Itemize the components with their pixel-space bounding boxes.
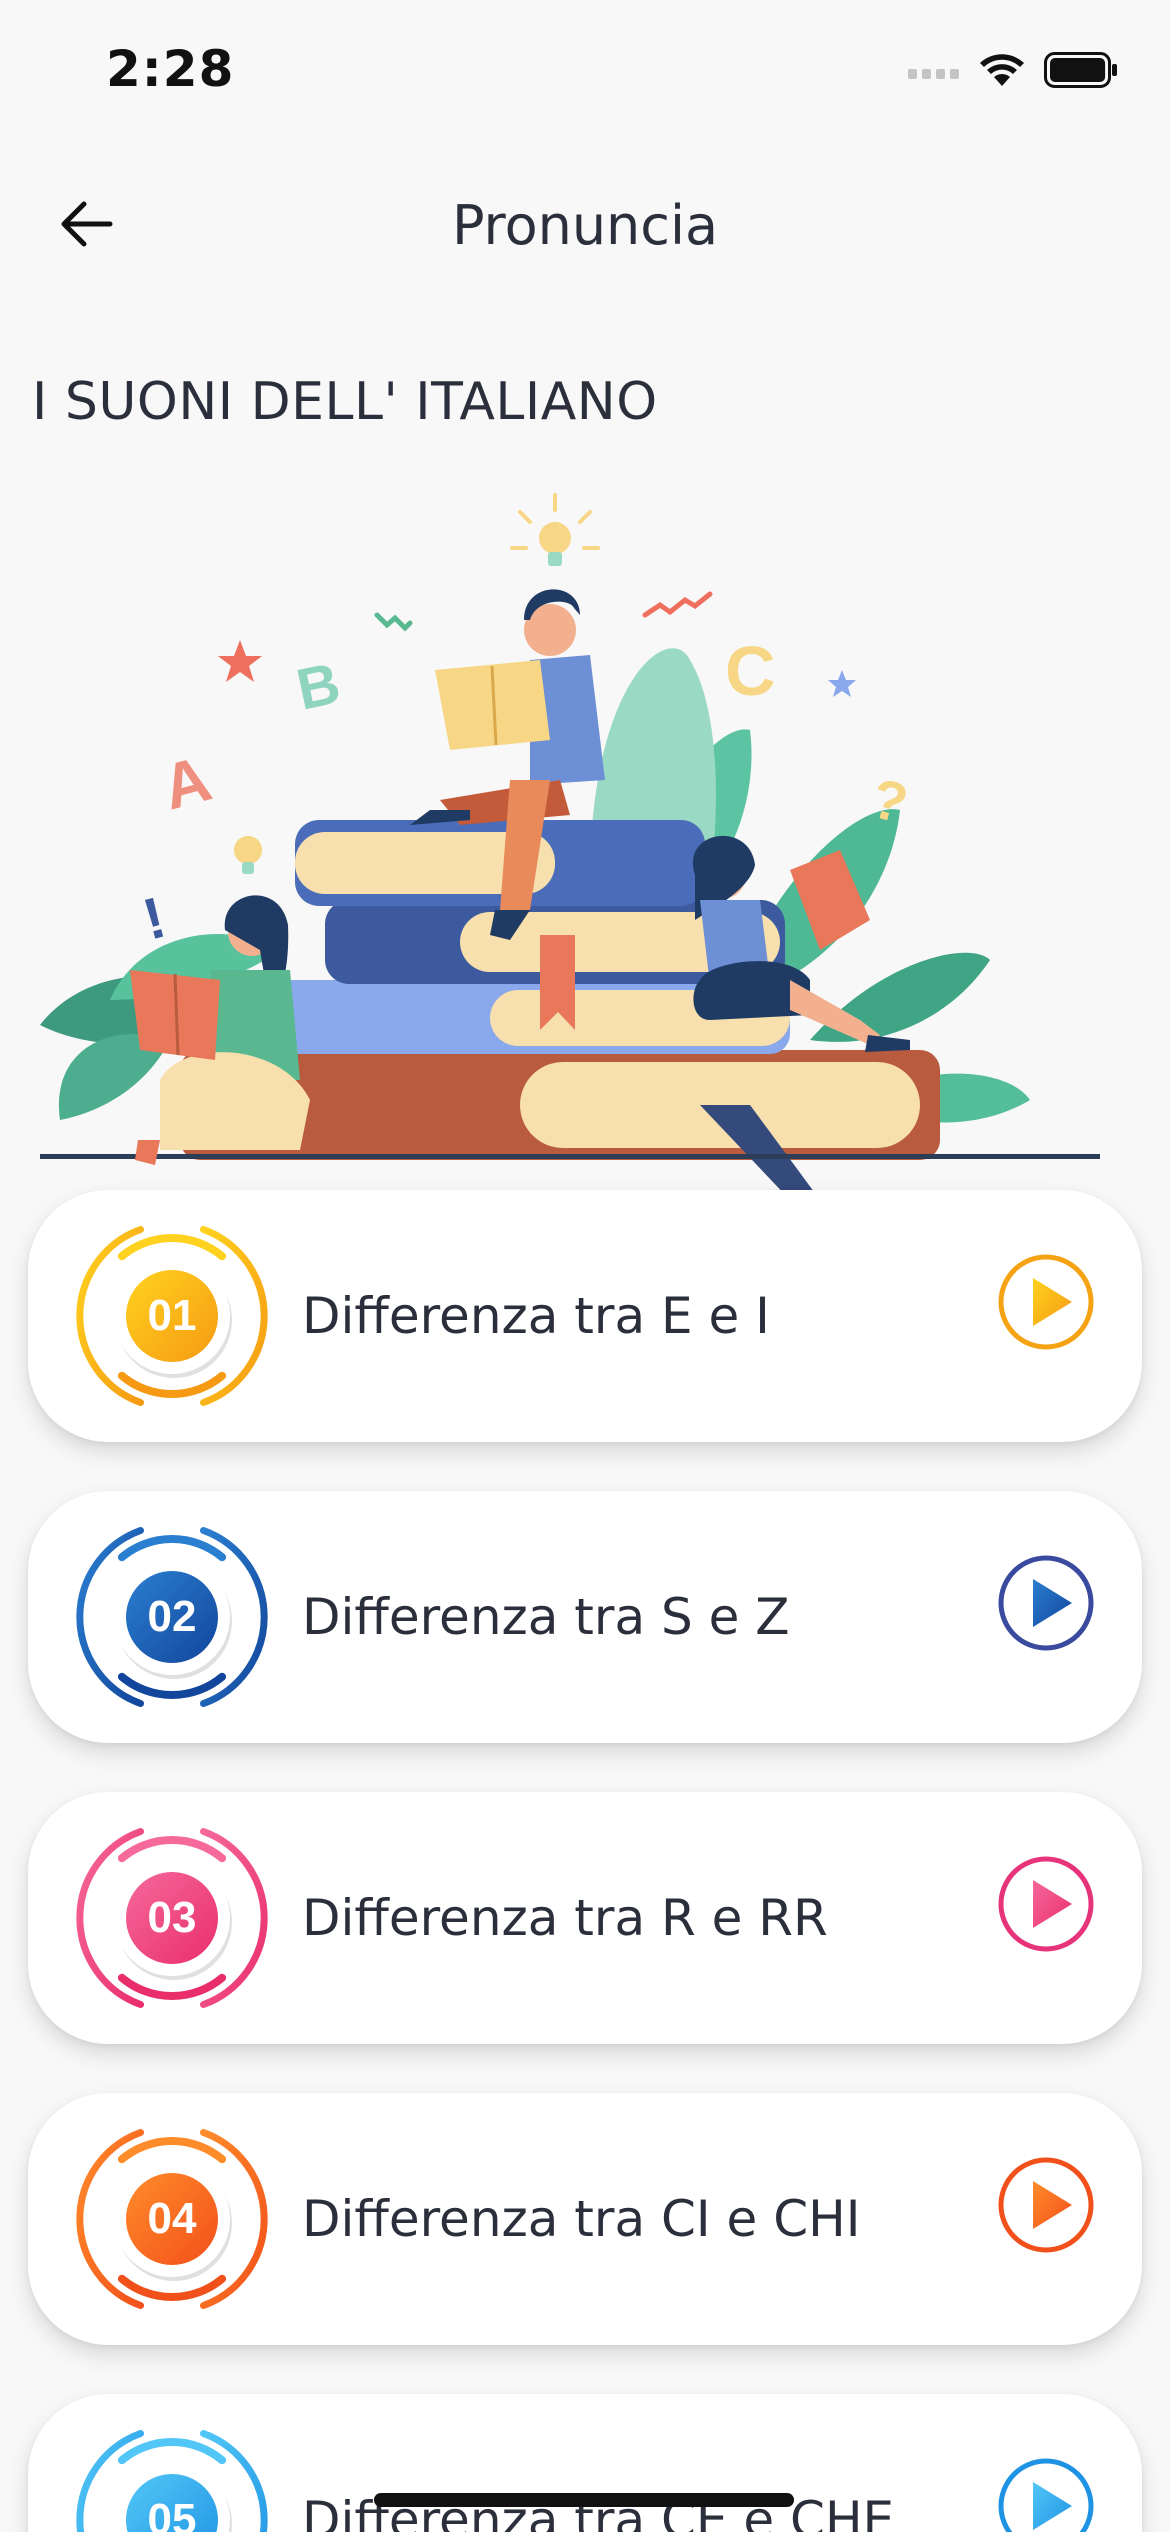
lesson-card[interactable]: 02 Differenza tra S e Z (28, 1491, 1142, 1743)
lesson-card[interactable]: 04 Differenza tra CI e CHI (28, 2093, 1142, 2345)
lesson-number-badge: 03 (76, 1828, 268, 2008)
lesson-number: 04 (148, 2194, 197, 2243)
wifi-icon (980, 54, 1024, 86)
lesson-number-badge: 05 (76, 2430, 268, 2532)
battery-icon (1044, 52, 1117, 88)
status-time: 2:28 (106, 40, 235, 98)
nav-bar: Pronuncia (0, 160, 1170, 290)
reading-illustration: A B C ! ? (40, 493, 1100, 1200)
lesson-card[interactable]: 03 Differenza tra R e RR (28, 1792, 1142, 2044)
page-title: Pronuncia (451, 194, 719, 257)
play-icon[interactable] (996, 2155, 1096, 2255)
lesson-card[interactable]: 05 Differenza tra CE e CHE (28, 2394, 1142, 2532)
play-icon[interactable] (996, 2456, 1096, 2532)
lesson-number: 03 (148, 1893, 197, 1942)
status-bar: 2:28 (0, 0, 1170, 140)
home-indicator[interactable] (374, 2493, 794, 2507)
illustration-letter-c: C (725, 632, 776, 710)
illustration-letter-a: A (155, 742, 218, 824)
section-title: I SUONI DELL' ITALIANO (32, 372, 658, 432)
play-icon[interactable] (996, 1553, 1096, 1653)
play-icon[interactable] (996, 1854, 1096, 1954)
lesson-number-badge: 01 (76, 1226, 268, 1406)
lesson-number-badge: 04 (76, 2129, 268, 2309)
lesson-label: Differenza tra S e Z (302, 1588, 790, 1646)
illustration-question: ? (865, 766, 914, 836)
lesson-number: 02 (148, 1592, 197, 1641)
illustration-exclamation: ! (137, 885, 172, 953)
lesson-label: Differenza tra CI e CHI (302, 2190, 861, 2248)
lesson-label: Differenza tra R e RR (302, 1889, 828, 1947)
play-icon[interactable] (996, 1252, 1096, 1352)
illustration-letter-b: B (291, 650, 345, 722)
lesson-number: 01 (148, 1291, 197, 1340)
lesson-card[interactable]: 01 Differenza tra E e I (28, 1190, 1142, 1442)
lesson-label: Differenza tra CE e CHE (302, 2491, 895, 2532)
status-icons (908, 52, 1118, 88)
lesson-number-badge: 02 (76, 1527, 268, 1707)
lesson-number: 05 (148, 2495, 197, 2532)
cellular-signal-icon (908, 69, 959, 79)
lesson-label: Differenza tra E e I (302, 1287, 770, 1345)
